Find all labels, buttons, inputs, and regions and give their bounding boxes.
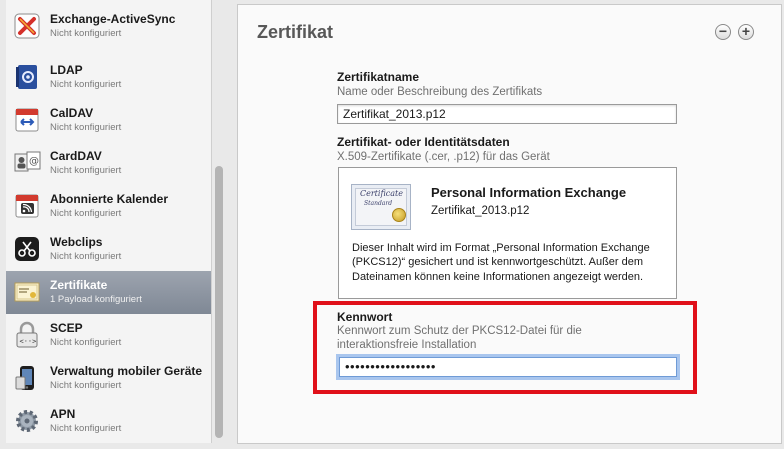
sidebar-item-mobile-device-management[interactable]: Verwaltung mobiler Geräte Nicht konfigur…	[6, 357, 211, 400]
ldap-address-book-icon	[12, 62, 42, 92]
carddav-contacts-icon: @	[12, 148, 42, 178]
sidebar-item-scep[interactable]: <··> SCEP Nicht konfiguriert	[6, 314, 211, 357]
remove-payload-button[interactable]: −	[715, 24, 731, 40]
webclips-scissors-icon	[12, 234, 42, 264]
certificate-drop-area[interactable]: Certificate Standard Personal Informatio…	[338, 167, 677, 299]
sidebar-item-title: Webclips	[50, 235, 103, 249]
certificate-info-text: Dieser Inhalt wird im Format „Personal I…	[352, 242, 650, 283]
sidebar-scrollbar[interactable]	[214, 0, 224, 443]
certificate-data-description: X.509-Zertifikate (.cer, .p12) für das G…	[337, 151, 550, 163]
sidebar-item-status: Nicht konfiguriert	[50, 79, 122, 90]
sidebar-item-title: CalDAV	[50, 106, 94, 120]
svg-text:<··>: <··>	[20, 338, 37, 346]
certificate-thumbnail: Certificate Standard	[351, 184, 411, 230]
certificate-thumbnail-word1: Certificate	[360, 189, 403, 198]
add-payload-button[interactable]: +	[738, 24, 754, 40]
highlight-annotation-box	[313, 301, 697, 394]
sidebar-item-title: LDAP	[50, 63, 83, 77]
exchange-icon	[12, 11, 42, 41]
sidebar-item-subscribed-calendars[interactable]: Abonnierte Kalender Nicht konfiguriert	[6, 185, 211, 228]
sidebar-item-status: 1 Payload konfiguriert	[50, 294, 142, 305]
caldav-calendar-icon	[12, 105, 42, 135]
payload-list: Exchange-ActiveSync Nicht konfiguriert L…	[6, 0, 212, 443]
sidebar-item-status: Nicht konfiguriert	[50, 165, 122, 176]
sidebar-item-status: Nicht konfiguriert	[50, 208, 122, 219]
sidebar-item-caldav[interactable]: CalDAV Nicht konfiguriert	[6, 99, 211, 142]
sidebar-item-title: Zertifikate	[50, 278, 108, 292]
certificate-name-label: Zertifikatname	[337, 70, 420, 84]
sidebar-item-carddav[interactable]: @ CardDAV Nicht konfiguriert	[6, 142, 211, 185]
sidebar-item-title: APN	[50, 407, 76, 421]
sidebar-item-status: Nicht konfiguriert	[50, 337, 122, 348]
sidebar-item-title: Exchange-ActiveSync	[50, 12, 176, 26]
sidebar-item-status: Nicht konfiguriert	[50, 380, 122, 391]
sidebar: Exchange-ActiveSync Nicht konfiguriert L…	[0, 0, 228, 449]
scep-lock-icon: <··>	[12, 320, 42, 350]
certificate-data-label: Zertifikat- oder Identitätsdaten	[337, 135, 510, 149]
subscribed-calendar-icon	[12, 191, 42, 221]
sidebar-scroll-thumb[interactable]	[215, 166, 223, 438]
sidebar-item-ldap[interactable]: LDAP Nicht konfiguriert	[6, 56, 211, 99]
certificate-type-title: Personal Information Exchange	[431, 185, 627, 200]
mobile-device-management-icon	[12, 363, 42, 393]
sidebar-item-title: Abonnierte Kalender	[50, 192, 169, 206]
svg-text:@: @	[29, 156, 39, 167]
certificate-thumbnail-word2: Standard	[364, 200, 393, 207]
sidebar-item-status: Nicht konfiguriert	[50, 122, 122, 133]
sidebar-item-webclips[interactable]: Webclips Nicht konfiguriert	[6, 228, 211, 271]
certificate-name-description: Name oder Beschreibung des Zertifikats	[337, 86, 543, 98]
sidebar-item-title: Verwaltung mobiler Geräte	[50, 364, 203, 378]
sidebar-item-apn[interactable]: APN Nicht konfiguriert	[6, 400, 211, 443]
sidebar-item-certificates[interactable]: Zertifikate 1 Payload konfiguriert	[6, 271, 211, 314]
sidebar-item-status: Nicht konfiguriert	[50, 28, 122, 39]
sidebar-item-exchange-activesync[interactable]: Exchange-ActiveSync Nicht konfiguriert	[6, 5, 211, 48]
sidebar-item-status: Nicht konfiguriert	[50, 251, 122, 262]
certificate-icon	[12, 277, 42, 307]
sidebar-item-status: Nicht konfiguriert	[50, 423, 122, 434]
certificate-file-name: Zertifikat_2013.p12	[431, 205, 530, 217]
panel-title: Zertifikat	[257, 22, 334, 42]
sidebar-item-title: CardDAV	[50, 149, 102, 163]
certificate-seal-icon	[392, 208, 406, 222]
certificate-name-field[interactable]: Zertifikat_2013.p12	[337, 104, 677, 124]
apn-gear-icon	[12, 406, 42, 436]
sidebar-item-title: SCEP	[50, 321, 83, 335]
